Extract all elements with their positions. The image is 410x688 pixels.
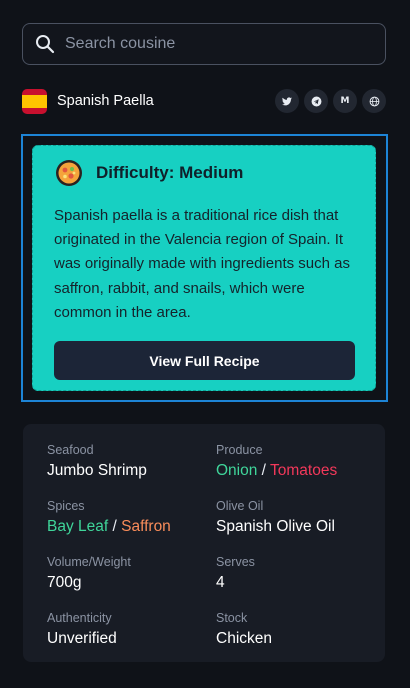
produce-label: Produce: [216, 443, 263, 457]
difficulty-label: Difficulty: Medium: [96, 163, 244, 182]
spices-value-b: Saffron: [121, 518, 171, 535]
authenticity-value: Unverified: [47, 630, 117, 647]
medium-icon[interactable]: M: [333, 89, 357, 113]
ingredients-panel: Seafood Jumbo Shrimp Produce Onion / Tom…: [23, 424, 385, 662]
serves-value: 4: [216, 574, 225, 591]
produce-value: Onion / Tomatoes: [216, 462, 337, 480]
spices-separator: /: [108, 518, 122, 535]
serves-label: Serves: [216, 555, 255, 569]
spices-value-a: Bay Leaf: [47, 518, 109, 535]
produce-value-b: Tomatoes: [270, 462, 338, 479]
stock-label: Stock: [216, 611, 248, 625]
spices-label: Spices: [47, 499, 85, 513]
spain-flag-icon: [22, 88, 47, 114]
authenticity-label: Authenticity: [47, 611, 112, 625]
globe-icon[interactable]: [362, 89, 386, 113]
volume-value: 700g: [47, 574, 82, 591]
search-input[interactable]: [65, 35, 355, 53]
spices-value: Bay Leaf / Saffron: [47, 518, 171, 536]
difficulty-row: Difficulty: Medium: [55, 159, 243, 187]
olive-oil-field: Olive Oil Spanish Olive Oil: [216, 499, 335, 536]
dish-header: Spanish Paella M: [22, 86, 386, 116]
produce-separator: /: [257, 462, 271, 479]
medium-glyph: M: [340, 96, 350, 106]
olive-oil-label: Olive Oil: [216, 499, 264, 513]
seafood-label: Seafood: [47, 443, 94, 457]
recipe-card: Difficulty: Medium Spanish paella is a t…: [32, 145, 376, 391]
spices-field: Spices Bay Leaf / Saffron: [47, 499, 171, 536]
seafood-field: Seafood Jumbo Shrimp: [47, 443, 147, 480]
paella-pan-icon: [56, 160, 82, 186]
authenticity-field: Authenticity Unverified: [47, 611, 117, 648]
view-full-recipe-button[interactable]: View Full Recipe: [54, 341, 355, 380]
volume-field: Volume/Weight 700g: [47, 555, 131, 592]
dish-title: Spanish Paella: [57, 93, 154, 109]
dish-description: Spanish paella is a traditional rice dis…: [54, 207, 350, 321]
serves-field: Serves 4: [216, 555, 255, 592]
social-links: M: [275, 89, 386, 113]
produce-value-a: Onion: [216, 462, 258, 479]
search-icon: [36, 35, 55, 54]
stock-field: Stock Chicken: [216, 611, 272, 648]
stock-value: Chicken: [216, 630, 272, 647]
twitter-icon[interactable]: [275, 89, 299, 113]
volume-label: Volume/Weight: [47, 555, 131, 569]
produce-field: Produce Onion / Tomatoes: [216, 443, 337, 480]
search-bar[interactable]: [22, 23, 386, 65]
olive-oil-value: Spanish Olive Oil: [216, 518, 335, 535]
telegram-icon[interactable]: [304, 89, 328, 113]
seafood-value: Jumbo Shrimp: [47, 462, 147, 479]
